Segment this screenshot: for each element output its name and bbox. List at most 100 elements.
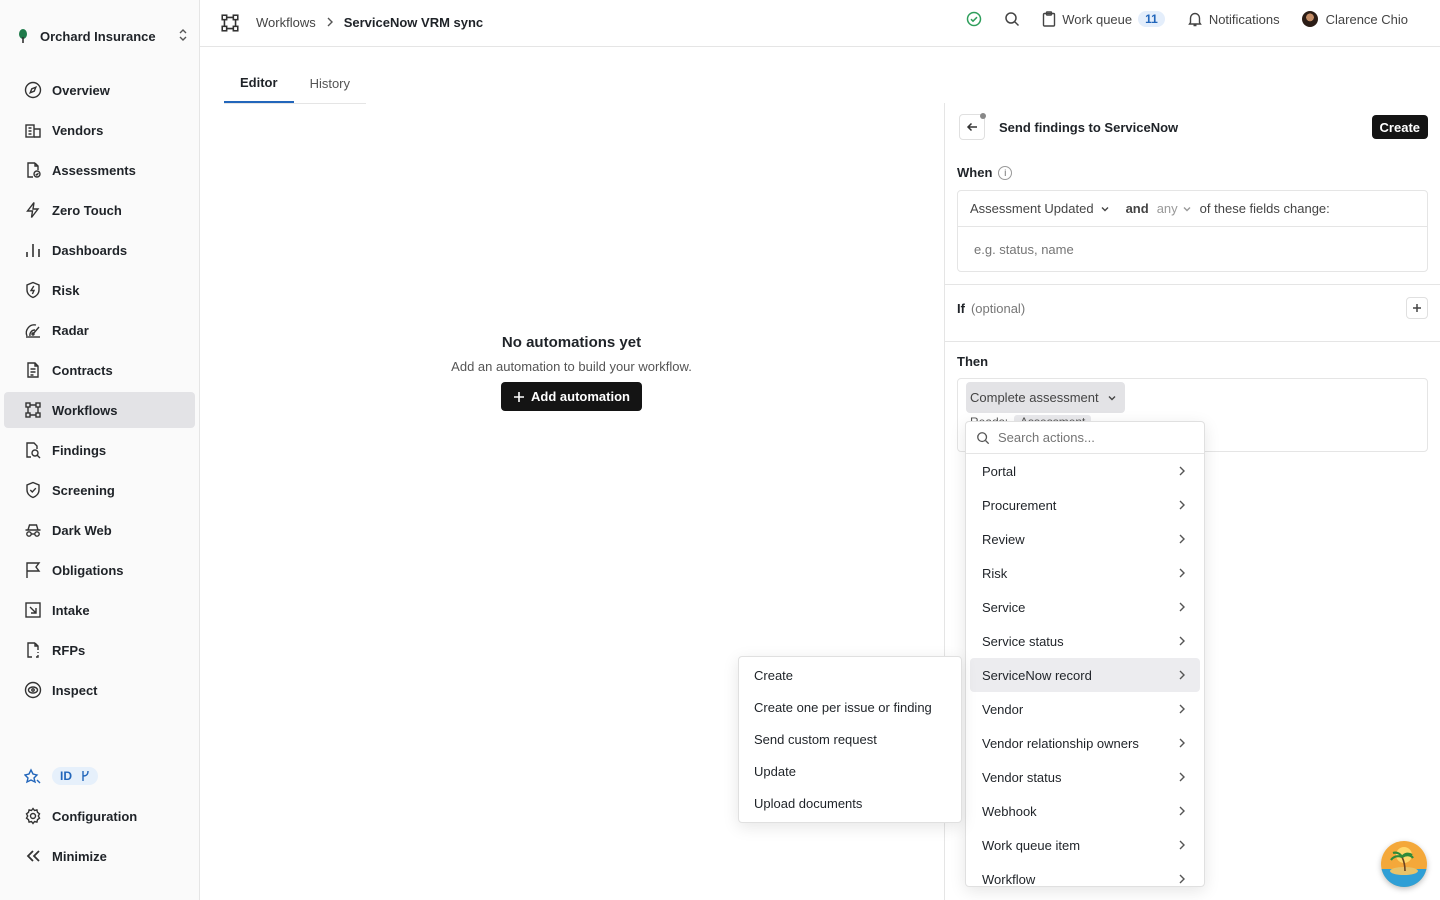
sidebar-item-label: RFPs (52, 642, 86, 658)
chevron-right-icon (1179, 636, 1185, 646)
sidebar-item-dashboards[interactable]: Dashboards (4, 232, 195, 268)
flag-icon (26, 562, 41, 578)
actions-search-input[interactable] (998, 430, 1188, 445)
empty-state-subtitle: Add an automation to build your workflow… (451, 359, 692, 374)
compass-icon (24, 81, 42, 99)
submenu-item[interactable]: Create one per issue or finding (739, 691, 961, 723)
sidebar-item-rfps[interactable]: RFPs (4, 632, 195, 668)
action-category-item[interactable]: Workflow (970, 862, 1200, 886)
configuration-link[interactable]: Configuration (4, 798, 195, 834)
sidebar-item-risk[interactable]: Risk (4, 272, 195, 308)
search-button[interactable] (1004, 11, 1020, 27)
sync-status[interactable] (966, 11, 982, 27)
inbox-arrow-icon (25, 602, 41, 618)
sidebar-item-screening[interactable]: Screening (4, 472, 195, 508)
sidebar-item-vendors[interactable]: Vendors (4, 112, 195, 148)
action-category-item[interactable]: Webhook (970, 794, 1200, 828)
add-condition-button[interactable] (1406, 297, 1428, 319)
chevron-right-icon (326, 15, 334, 30)
shield-bolt-icon (26, 281, 40, 299)
gear-icon (25, 807, 41, 825)
sidebar-item-label: Contracts (52, 362, 113, 378)
plus-icon (1413, 304, 1421, 312)
ai-assist-row[interactable]: ID (4, 758, 195, 794)
double-chevron-left-icon (26, 850, 40, 862)
doc-dashed-icon (27, 642, 39, 658)
avatar (1301, 11, 1318, 27)
minimize-label: Minimize (52, 848, 107, 864)
trigger-select[interactable]: Assessment Updated (970, 201, 1110, 216)
chevron-right-icon (1179, 466, 1185, 476)
chevron-down-icon (1183, 206, 1191, 211)
action-category-item[interactable]: Vendor status (970, 760, 1200, 794)
id-badge[interactable]: ID (52, 767, 98, 785)
action-category-item[interactable]: Review (970, 522, 1200, 556)
when-box: Assessment Updated and any of these fiel… (957, 190, 1428, 272)
notifications-button[interactable]: Notifications (1187, 11, 1280, 27)
work-queue-button[interactable]: Work queue 11 (1042, 11, 1165, 27)
tab-history[interactable]: History (294, 64, 366, 103)
branch-icon (82, 770, 89, 781)
action-category-item[interactable]: Vendor relationship owners (970, 726, 1200, 760)
submenu-item[interactable]: Update (739, 755, 961, 787)
sidebar-item-dark-web[interactable]: Dark Web (4, 512, 195, 548)
sidebar-item-label: Zero Touch (52, 202, 122, 218)
magnify-doc-icon (26, 442, 41, 459)
back-button[interactable] (959, 113, 986, 140)
sidebar-item-radar[interactable]: Radar (4, 312, 195, 348)
action-category-item[interactable]: Work queue item (970, 828, 1200, 862)
action-category-label: Review (982, 531, 1025, 547)
editor-tabs: Editor History (224, 64, 367, 104)
if-section-label: If (optional) (957, 301, 1025, 316)
sidebar-item-overview[interactable]: Overview (4, 72, 195, 108)
sidebar-item-inspect[interactable]: Inspect (4, 672, 195, 708)
any-select[interactable]: any (1157, 201, 1192, 216)
plus-icon (514, 391, 525, 402)
chevron-right-icon (1179, 534, 1185, 544)
action-category-item[interactable]: Portal (970, 454, 1200, 488)
action-category-item[interactable]: ServiceNow record (970, 658, 1200, 692)
action-category-label: Procurement (982, 497, 1057, 513)
sidebar-item-zero-touch[interactable]: Zero Touch (4, 192, 195, 228)
search-icon (977, 431, 990, 444)
sidebar-item-workflows[interactable]: Workflows (4, 392, 195, 428)
user-menu[interactable]: Clarence Chio (1301, 11, 1408, 27)
top-bar: Workflows ServiceNow VRM sync Work queue… (200, 0, 1440, 47)
sidebar-item-intake[interactable]: Intake (4, 592, 195, 628)
action-category-item[interactable]: Procurement (970, 488, 1200, 522)
when-section-label: When i (957, 165, 1013, 180)
sidebar-item-obligations[interactable]: Obligations (4, 552, 195, 588)
minimize-button[interactable]: Minimize (4, 838, 195, 874)
info-icon[interactable]: i (998, 165, 1013, 180)
action-category-item[interactable]: Service (970, 590, 1200, 624)
sidebar-item-findings[interactable]: Findings (4, 432, 195, 468)
action-select[interactable]: Complete assessment (966, 382, 1125, 413)
action-category-label: Webhook (982, 803, 1037, 819)
sidebar-item-assessments[interactable]: Assessments (4, 152, 195, 188)
check-circle-icon (967, 11, 982, 27)
shield-check-icon (26, 481, 40, 499)
action-category-label: Service (982, 599, 1026, 615)
tab-editor[interactable]: Editor (224, 64, 294, 103)
clipboard-icon (1043, 11, 1056, 27)
sidebar-item-label: Workflows (52, 402, 118, 418)
action-category-item[interactable]: Vendor (970, 692, 1200, 726)
chevron-down-icon (1108, 395, 1116, 400)
submenu-item[interactable]: Create (739, 659, 961, 691)
submenu-item[interactable]: Upload documents (739, 787, 961, 819)
servicenow-record-submenu: Create Create one per issue or finding Sen… (738, 656, 962, 823)
sidebar-nav: Overview Vendors Assessments Zero Touch … (4, 72, 195, 712)
breadcrumb-workflows[interactable]: Workflows (256, 15, 316, 30)
sidebar-item-label: Screening (52, 482, 115, 498)
create-button[interactable]: Create (1371, 115, 1428, 139)
submenu-item[interactable]: Send custom request (739, 723, 961, 755)
action-category-item[interactable]: Risk (970, 556, 1200, 590)
fields-input[interactable] (958, 227, 1427, 271)
org-switcher[interactable]: Orchard Insurance (12, 20, 188, 52)
add-automation-button[interactable]: Add automation (501, 382, 642, 411)
assistant-button[interactable] (1381, 841, 1427, 887)
action-category-item[interactable]: Service status (970, 624, 1200, 658)
action-category-label: Vendor (982, 701, 1024, 717)
id-badge-label: ID (60, 769, 72, 783)
sidebar-item-contracts[interactable]: Contracts (4, 352, 195, 388)
